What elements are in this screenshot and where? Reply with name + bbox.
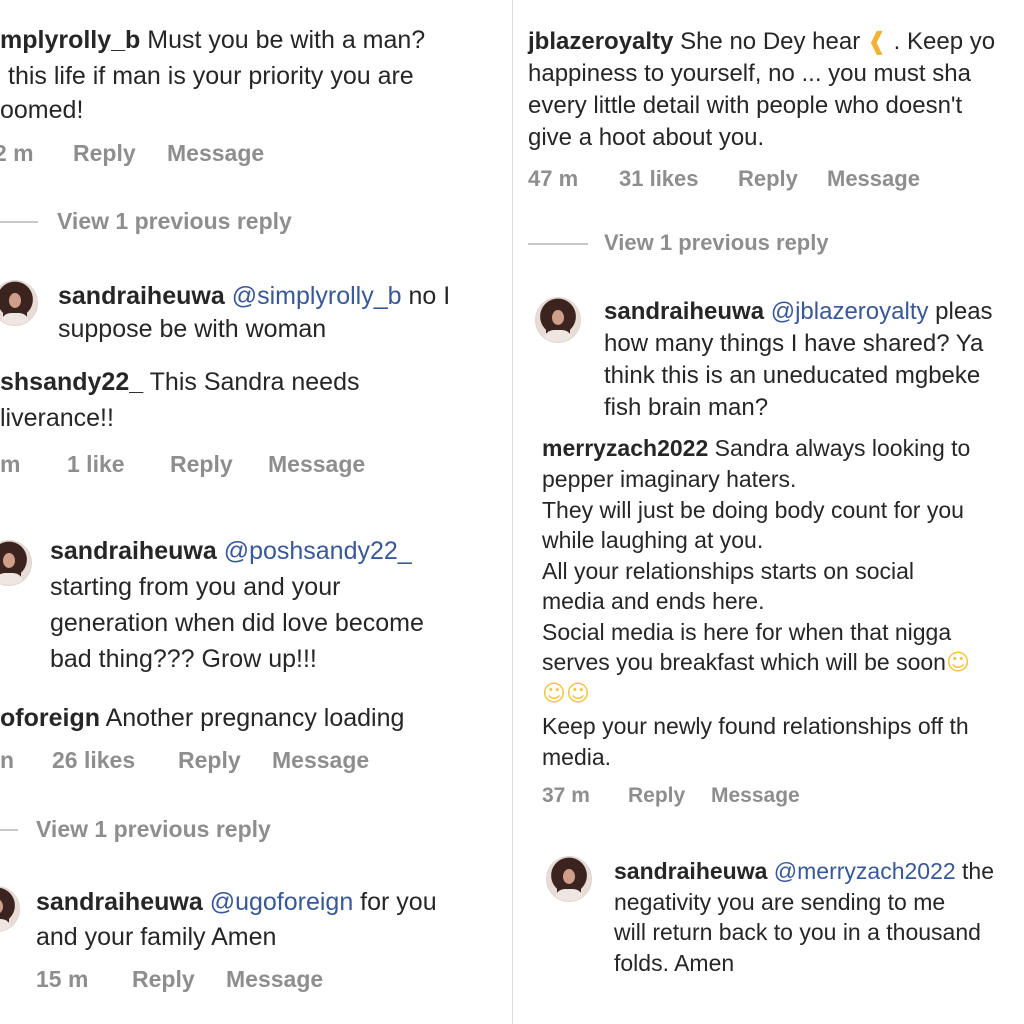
comment-text-line: serves you breakfast which will be soon☺ bbox=[542, 647, 970, 679]
ear-emoji-icon: ❰ bbox=[866, 27, 887, 55]
reply-username[interactable]: sandraiheuwa bbox=[50, 537, 217, 565]
reply-text: sandraiheuwa @poshsandy22_ bbox=[50, 535, 412, 568]
comment-text-line: Keep your newly found relationships off … bbox=[542, 713, 969, 739]
reply-text: sandraiheuwa @merryzach2022 the bbox=[614, 858, 995, 884]
mention-link[interactable]: @simplyrolly_b bbox=[232, 282, 402, 310]
likes-count[interactable]: 26 likes bbox=[52, 747, 135, 774]
mention-link[interactable]: @jblazeroyalty bbox=[771, 298, 929, 325]
comment-text-line: liverance!! bbox=[0, 404, 114, 432]
reply-text-line: folds. Amen bbox=[614, 950, 735, 976]
reply-text-line: will return back to you in a thousand bbox=[614, 919, 981, 945]
left-comment-screenshot: mplyrolly_b Must you be with a man? this… bbox=[0, 0, 510, 1024]
comment-text-line: Social media is here for when that nigga bbox=[542, 619, 952, 645]
message-button[interactable]: Message bbox=[226, 966, 323, 993]
comment-text-line: every little detail with people who does… bbox=[528, 92, 963, 119]
message-button[interactable]: Message bbox=[167, 140, 264, 167]
laughing-emoji-icon: ☺ bbox=[565, 681, 590, 707]
comment-text-line: give a hoot about you. bbox=[528, 124, 765, 151]
comment-text-line: They will just be doing body count for y… bbox=[542, 497, 964, 523]
comment-time: 15 m bbox=[36, 966, 89, 992]
comment-text-line: this life if man is your priority you ar… bbox=[8, 62, 414, 90]
reply-username[interactable]: sandraiheuwa bbox=[604, 298, 764, 325]
mention-link[interactable]: @merryzach2022 bbox=[774, 858, 956, 884]
profile-avatar-icon[interactable] bbox=[535, 297, 581, 343]
reply-text-line: fish brain man? bbox=[604, 394, 769, 421]
comment-text: merryzach2022 Sandra always looking to bbox=[542, 435, 971, 461]
comment-text: shsandy22_ This Sandra needs bbox=[0, 368, 360, 396]
laughing-emoji-icon: ☺ bbox=[945, 650, 970, 676]
reply-text: sandraiheuwa @simplyrolly_b no I bbox=[58, 282, 451, 310]
comment-actions: 47 m 31 likes Reply Message bbox=[515, 166, 1024, 196]
reply-text-line: how many things I have shared? Ya bbox=[604, 330, 984, 357]
reply-text-line: starting from you and your bbox=[50, 573, 341, 601]
comment-actions: n 26 likes Reply Message bbox=[0, 747, 510, 777]
reply-button[interactable]: Reply bbox=[73, 140, 136, 167]
reply-username[interactable]: sandraiheuwa bbox=[614, 858, 767, 884]
reply-text: sandraiheuwa @ugoforeign for you bbox=[36, 888, 437, 916]
likes-count[interactable]: 31 likes bbox=[619, 166, 699, 192]
comment-text-line: media. bbox=[542, 744, 612, 770]
reply-text: sandraiheuwa @jblazeroyalty pleas bbox=[604, 298, 993, 325]
message-button[interactable]: Message bbox=[272, 747, 369, 774]
profile-avatar-icon[interactable] bbox=[0, 886, 20, 932]
view-replies-line bbox=[0, 221, 38, 223]
comment-time: 37 m bbox=[542, 784, 590, 807]
likes-count[interactable]: 1 like bbox=[67, 451, 125, 478]
comment-username[interactable]: mplyrolly_b bbox=[0, 26, 140, 54]
comment-username[interactable]: shsandy22_ bbox=[0, 368, 143, 396]
reply-text-line: and your family Amen bbox=[36, 923, 277, 951]
comment-actions: m 1 like Reply Message bbox=[0, 451, 510, 481]
comment-actions: 2 m Reply Message bbox=[0, 140, 510, 170]
reply-button[interactable]: Reply bbox=[628, 784, 685, 808]
profile-avatar-icon[interactable] bbox=[0, 540, 32, 586]
comment-text-line: All your relationships starts on social bbox=[542, 558, 914, 584]
panel-separator bbox=[512, 0, 513, 1024]
profile-avatar-icon[interactable] bbox=[0, 280, 38, 326]
comment-text-line: while laughing at you. bbox=[542, 527, 764, 553]
comment-username[interactable]: merryzach2022 bbox=[542, 435, 708, 461]
emoji-row: ☺☺ bbox=[542, 678, 590, 710]
reply-button[interactable]: Reply bbox=[132, 966, 195, 993]
reply-text-line: generation when did love become bbox=[50, 609, 424, 637]
message-button[interactable]: Message bbox=[711, 784, 800, 808]
reply-button[interactable]: Reply bbox=[170, 451, 233, 478]
view-previous-reply-button[interactable]: View 1 previous reply bbox=[57, 208, 292, 235]
comment-time: m bbox=[0, 451, 21, 477]
mention-link[interactable]: @ugoforeign bbox=[210, 888, 354, 916]
comment-username[interactable]: jblazeroyalty bbox=[528, 28, 673, 55]
comment-time: 47 m bbox=[528, 166, 579, 191]
laughing-emoji-icon: ☺ bbox=[542, 681, 566, 707]
comment-actions: 37 m Reply Message bbox=[515, 784, 1024, 814]
comment-text-line: oomed! bbox=[0, 96, 84, 124]
comment-time: n bbox=[0, 747, 15, 773]
reply-button[interactable]: Reply bbox=[738, 166, 798, 192]
right-comment-screenshot: jblazeroyalty She no Dey hear ❰ . Keep y… bbox=[515, 0, 1024, 1024]
comment-actions: 15 m Reply Message bbox=[0, 966, 510, 996]
comment-text: oforeign Another pregnancy loading bbox=[0, 704, 405, 732]
view-previous-reply-button[interactable]: View 1 previous reply bbox=[36, 816, 271, 843]
reply-button[interactable]: Reply bbox=[178, 747, 241, 774]
message-button[interactable]: Message bbox=[827, 166, 920, 192]
comment-text: jblazeroyalty She no Dey hear ❰ . Keep y… bbox=[528, 27, 996, 55]
comment-text-line: media and ends here. bbox=[542, 588, 765, 614]
message-button[interactable]: Message bbox=[268, 451, 365, 478]
comment-time: 2 m bbox=[0, 140, 34, 166]
mention-link[interactable]: @poshsandy22_ bbox=[224, 537, 412, 565]
profile-avatar-icon[interactable] bbox=[546, 856, 592, 902]
reply-text-line: think this is an uneducated mgbeke bbox=[604, 362, 981, 389]
reply-text-line: bad thing??? Grow up!!! bbox=[50, 645, 317, 673]
reply-text-line: suppose be with woman bbox=[58, 315, 327, 343]
comment-text-line: pepper imaginary haters. bbox=[542, 466, 797, 492]
comment-text-line: happiness to yourself, no ... you must s… bbox=[528, 60, 971, 87]
reply-username[interactable]: sandraiheuwa bbox=[58, 282, 225, 310]
reply-text-line: negativity you are sending to me bbox=[614, 889, 946, 915]
view-replies-line bbox=[0, 829, 18, 831]
view-replies-line bbox=[528, 243, 588, 245]
reply-username[interactable]: sandraiheuwa bbox=[36, 888, 203, 916]
view-previous-reply-button[interactable]: View 1 previous reply bbox=[604, 230, 829, 256]
comment-username[interactable]: oforeign bbox=[0, 704, 100, 732]
comment-text: mplyrolly_b Must you be with a man? bbox=[0, 26, 426, 54]
